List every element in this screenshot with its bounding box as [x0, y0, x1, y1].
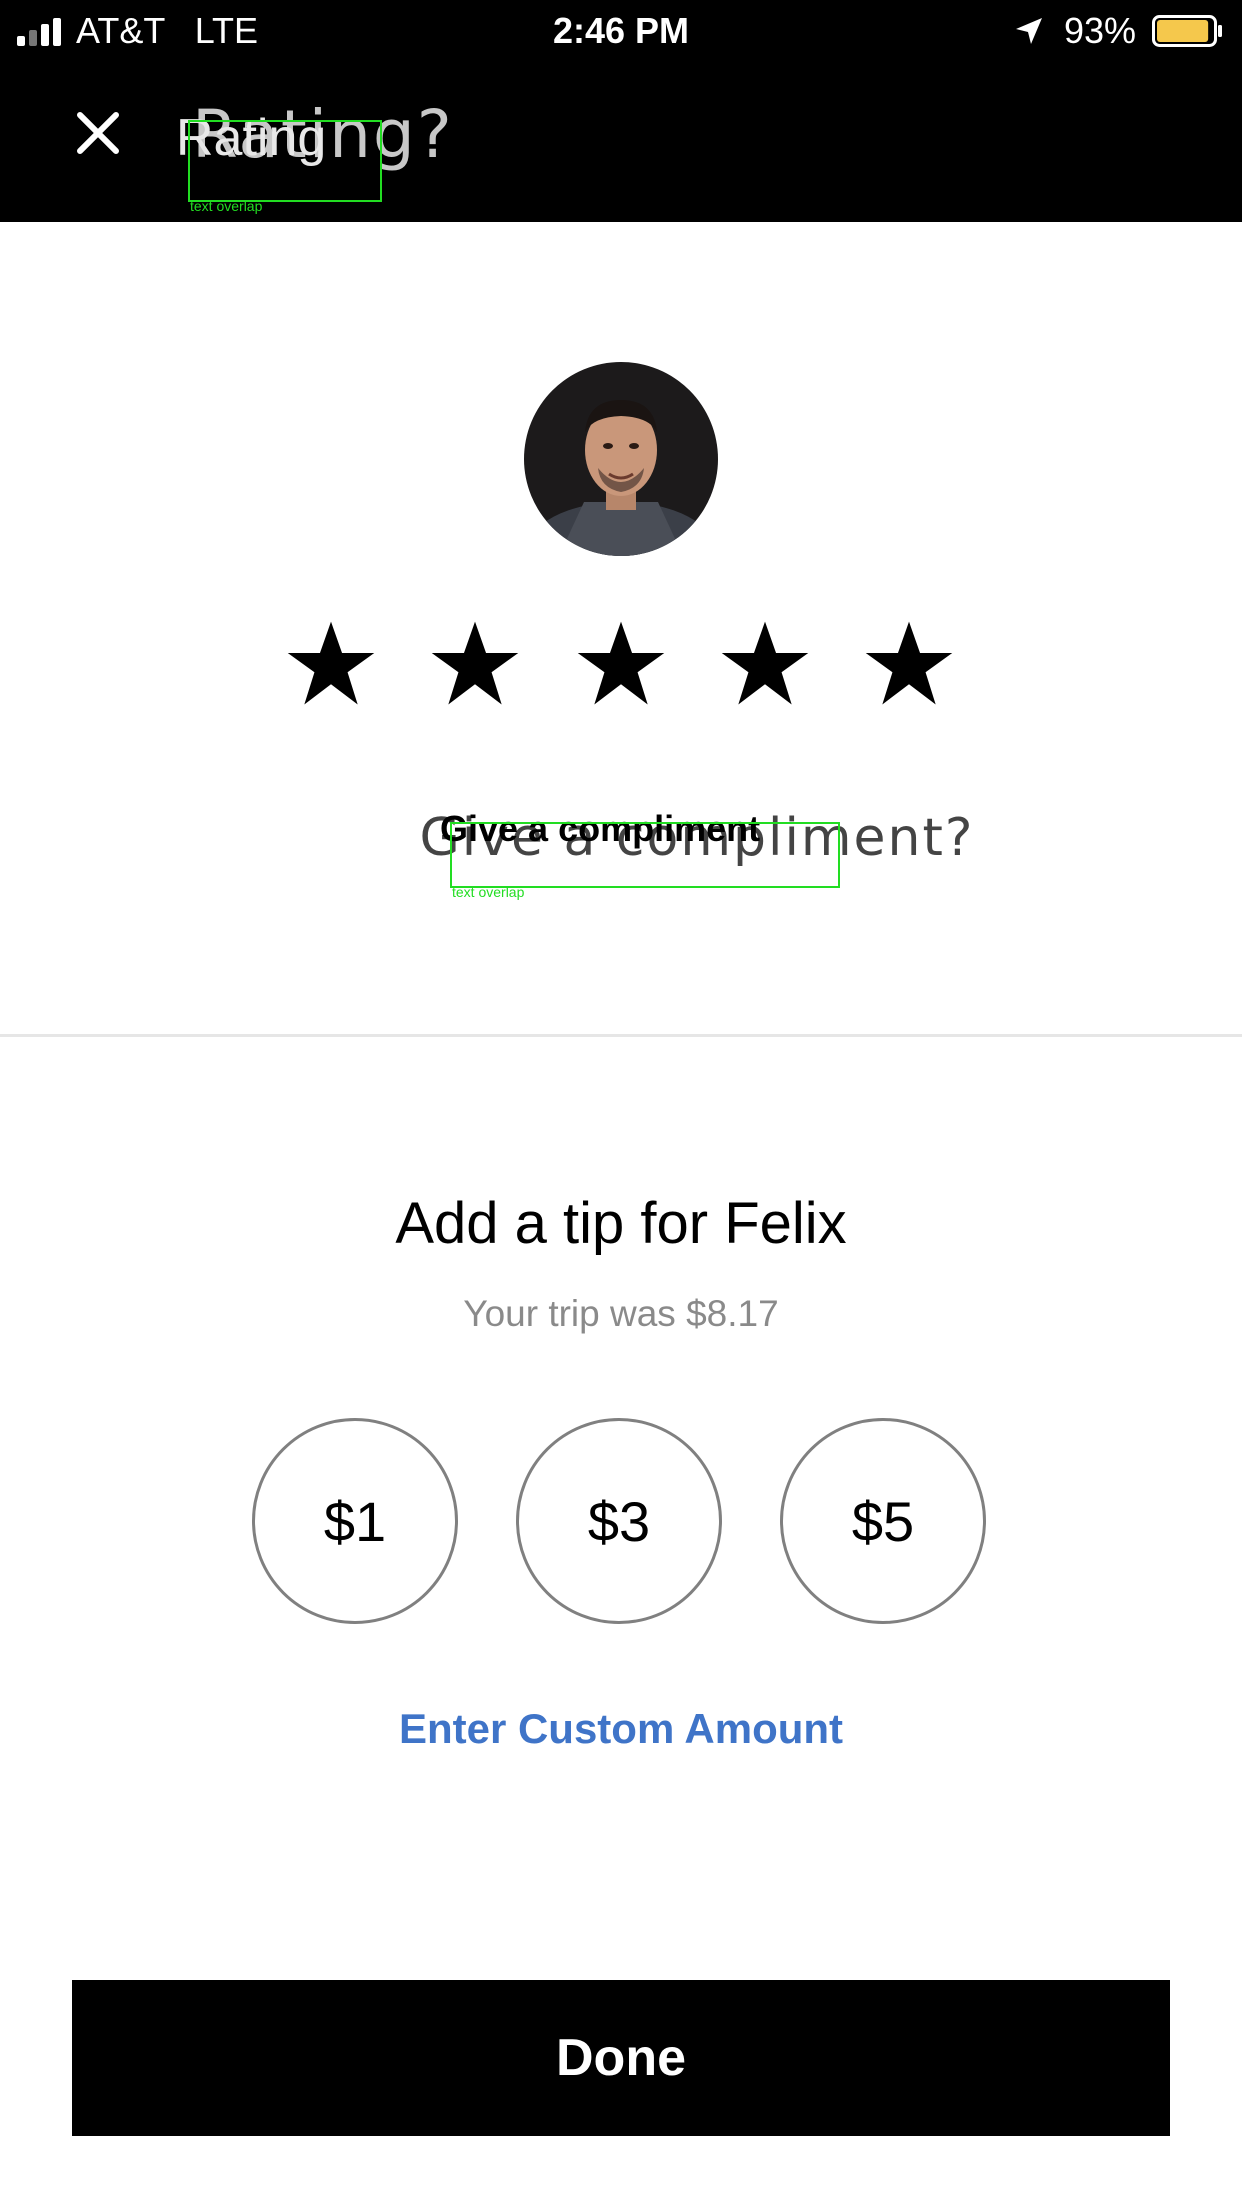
close-icon: [77, 112, 119, 154]
clock: 2:46 PM: [552, 10, 690, 51]
battery-icon: [1152, 14, 1222, 47]
driver-avatar: [524, 362, 718, 556]
section-divider: [0, 1034, 1242, 1037]
star-2[interactable]: [429, 618, 521, 710]
tip-option-3[interactable]: $3: [516, 1418, 722, 1624]
text-overlap-label: text overlap: [190, 198, 263, 214]
star-3[interactable]: [575, 618, 667, 710]
star-1[interactable]: [285, 618, 377, 710]
status-bar: AT&T LTE 2:46 PM 93%: [0, 0, 1242, 64]
tip-option-1[interactable]: $1: [252, 1418, 458, 1624]
star-4[interactable]: [719, 618, 811, 710]
star-icon: [431, 621, 519, 705]
close-button[interactable]: [70, 105, 126, 161]
star-icon: [287, 621, 375, 705]
driver-photo-icon: [524, 362, 718, 556]
rating-stars: [285, 618, 957, 710]
tip-title: Add a tip for Felix: [395, 1191, 847, 1256]
star-icon: [865, 621, 953, 705]
tip-option-5[interactable]: $5: [780, 1418, 986, 1624]
done-button[interactable]: Done: [72, 1980, 1170, 2136]
star-5[interactable]: [863, 618, 955, 710]
location-arrow-icon: [1013, 14, 1045, 46]
text-overlap-marker: [188, 120, 382, 202]
battery-percent: 93%: [1064, 10, 1137, 51]
text-overlap-label: text overlap: [452, 884, 525, 900]
custom-amount-link[interactable]: Enter Custom Amount: [0, 1705, 1242, 1753]
star-icon: [721, 621, 809, 705]
star-icon: [577, 621, 665, 705]
trip-fare: Your trip was $8.17: [463, 1293, 779, 1334]
text-overlap-marker: [450, 822, 840, 888]
